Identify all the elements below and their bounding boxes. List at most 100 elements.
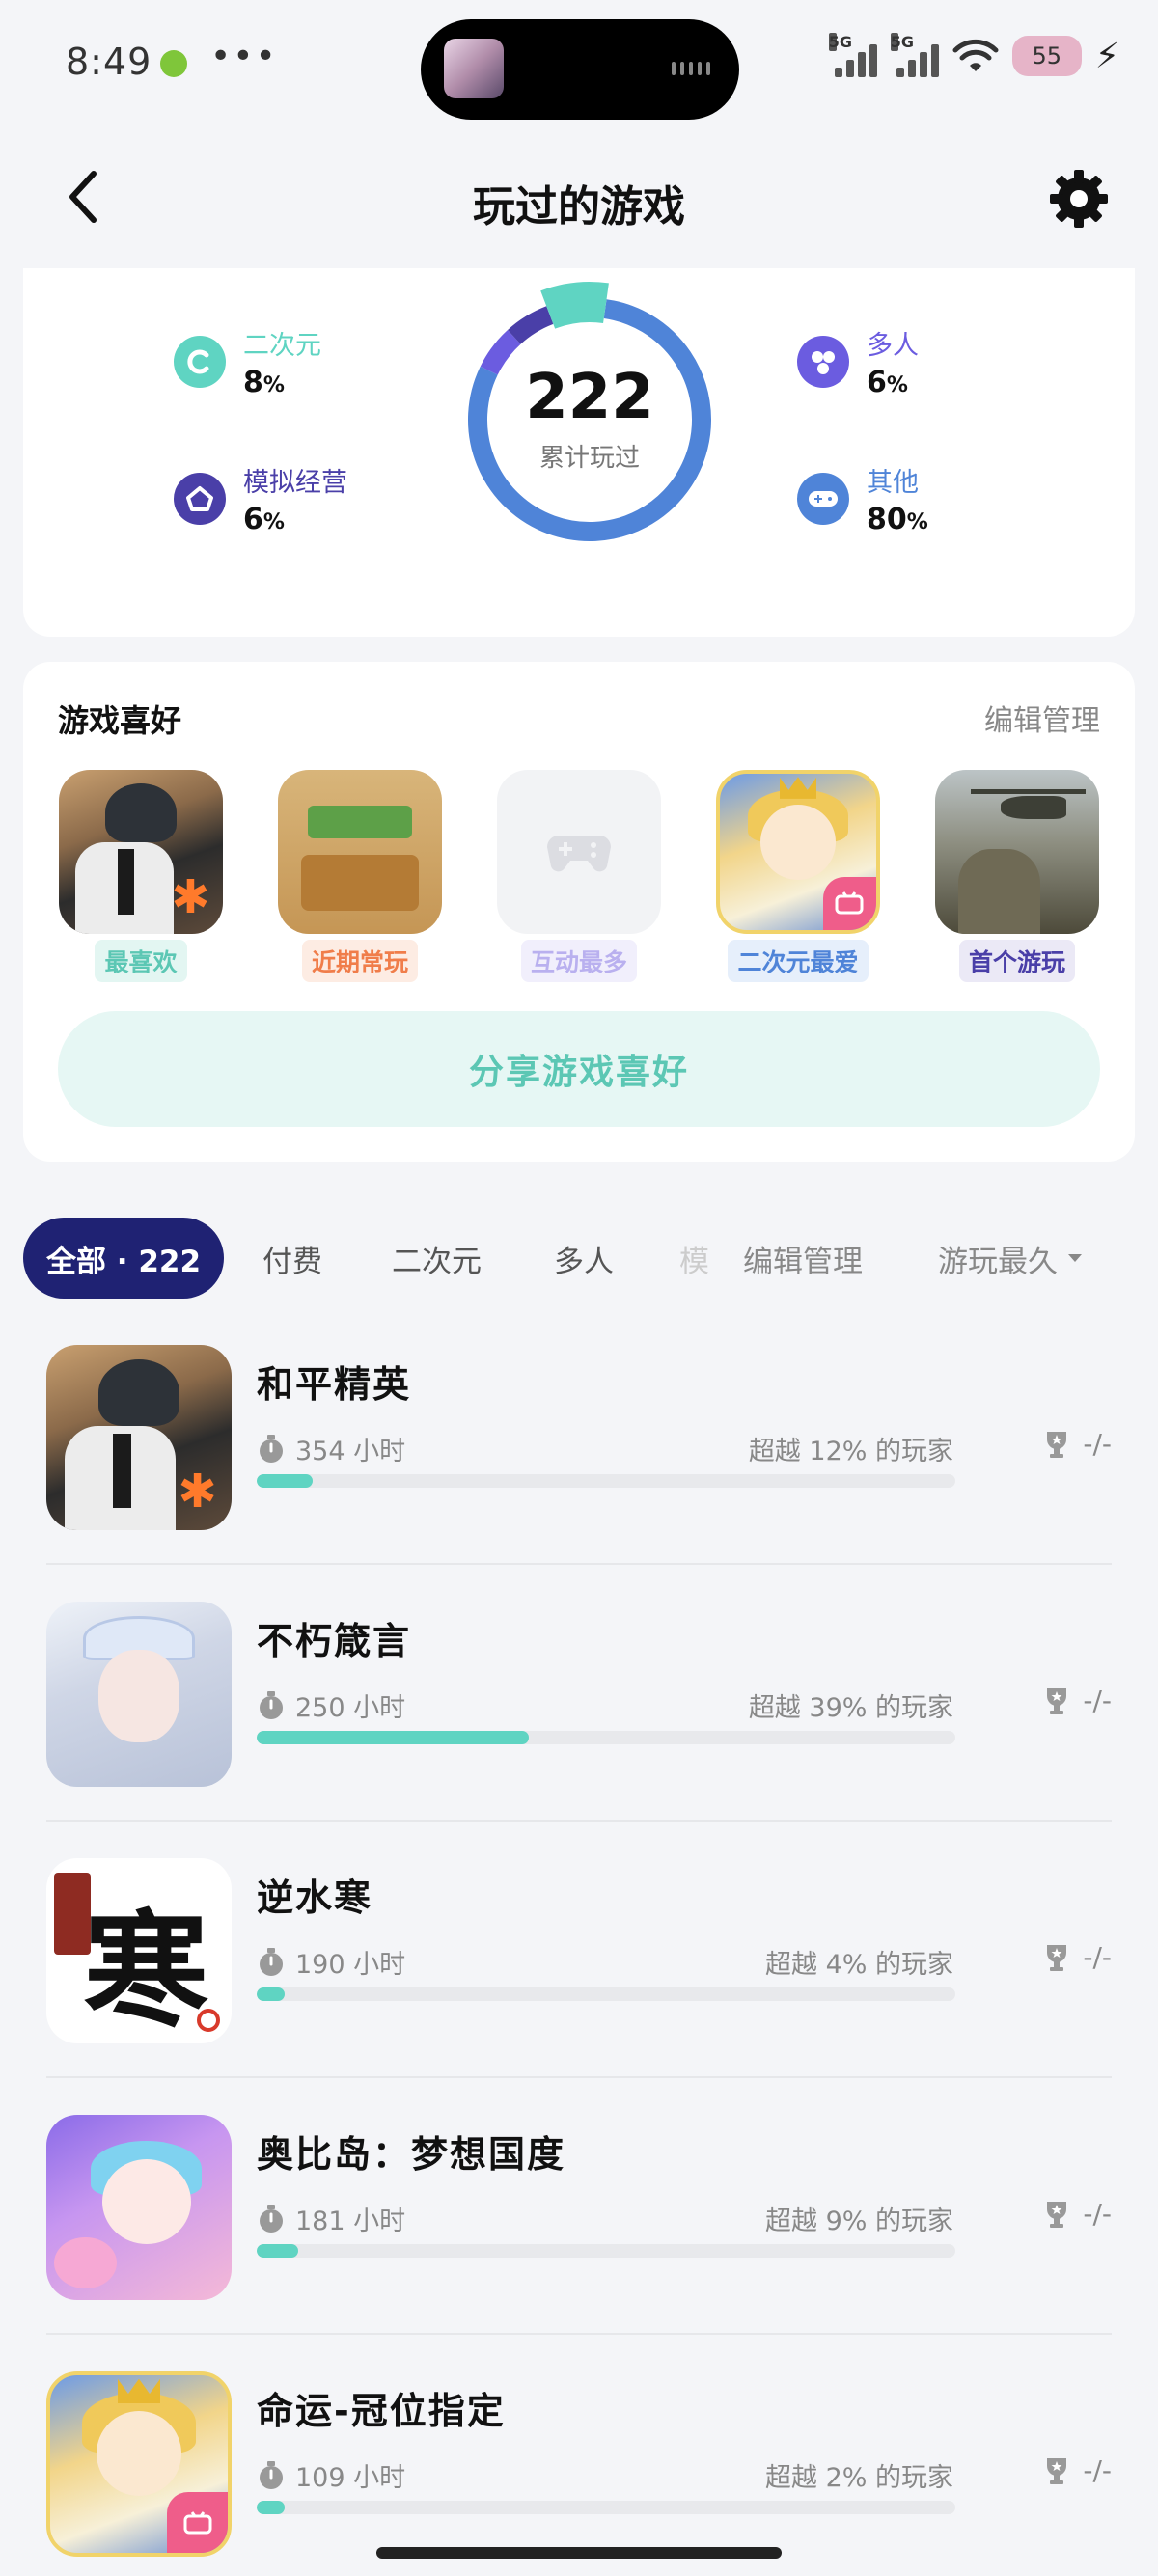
donut-slice-multiplayer[interactable] (480, 329, 521, 375)
tab-paid[interactable]: 付费 (262, 1218, 322, 1299)
category-donut-chart[interactable]: 222 累计玩过 (450, 280, 730, 560)
game-cover-peacekeeper-elite: ✱ (46, 1345, 232, 1530)
notification-badge-icon (160, 50, 187, 77)
tab-simulation-partial[interactable]: 模 (679, 1218, 709, 1299)
game-row[interactable]: 奥比岛：梦想国度 181 小时 超越 9% 的玩家 -/- (46, 2078, 1112, 2335)
playtime: 109 小时 (257, 2456, 405, 2494)
game-row[interactable]: 不朽箴言 250 小时 超越 39% 的玩家 -/- (46, 1565, 1112, 1822)
achievement-value: -/- (1083, 2198, 1112, 2230)
page-title: 玩过的游戏 (473, 182, 685, 232)
stat-anime[interactable]: 二次元 8% (174, 324, 321, 399)
pref-anime-favorite[interactable]: 二次元最爱 (715, 770, 881, 982)
playtime: 190 小时 (257, 1943, 405, 1981)
stat-simulation[interactable]: 模拟经营 6% (174, 461, 347, 536)
percentile-text: 超越 2% 的玩家 (765, 2463, 953, 2493)
game-name: 逆水寒 (257, 1877, 373, 1919)
achievement[interactable]: -/- (1044, 1941, 1112, 1973)
playtime-hours: 354 小时 (295, 1437, 406, 1466)
simulation-icon (174, 473, 226, 525)
preferences-title: 游戏喜好 (58, 702, 182, 739)
percentile-text: 超越 39% 的玩家 (748, 1693, 953, 1723)
stat-label: 模拟经营 (243, 468, 347, 498)
game-row[interactable]: 寒 逆水寒 190 小时 超越 4% 的玩家 -/- (46, 1822, 1112, 2078)
achievement[interactable]: -/- (1044, 1428, 1112, 1460)
tab-multiplayer[interactable]: 多人 (554, 1218, 614, 1299)
playtime-progress-bar (257, 1731, 955, 1744)
stopwatch-icon (260, 1690, 283, 1719)
achievement[interactable]: -/- (1044, 2454, 1112, 2486)
stat-other[interactable]: 其他 80% (797, 461, 928, 536)
game-cover-fate-grand-order (716, 770, 880, 934)
gamepad-placeholder-icon (547, 836, 611, 872)
filter-tabs: 全部 · 222 付费 二次元 多人 模 编辑管理 游玩最久 (0, 1218, 1158, 1299)
total-games-label: 累计玩过 (538, 444, 640, 473)
pref-tag: 首个游玩 (958, 940, 1075, 982)
percentile-text: 超越 12% 的玩家 (748, 1437, 953, 1466)
sort-dropdown[interactable]: 游玩最久 (938, 1218, 1083, 1299)
stat-value: 80% (867, 503, 928, 536)
trophy-icon (1047, 2457, 1067, 2484)
bilibili-icon (822, 876, 876, 930)
playtime-progress-bar (257, 1474, 955, 1488)
playtime-progress-bar (257, 2244, 955, 2258)
game-name: 不朽箴言 (257, 1620, 412, 1662)
pref-favorite[interactable]: ✱ 最喜欢 (58, 770, 224, 982)
stats-card: 二次元 8% 模拟经营 6% 多人 6% 其他 80% 222 累计玩过 (23, 268, 1135, 637)
stat-multiplayer[interactable]: 多人 6% (797, 324, 919, 399)
game-cover-fate-grand-order (46, 2371, 232, 2557)
signal-2-icon: 5G (890, 33, 939, 77)
playtime-hours: 250 小时 (295, 1693, 406, 1723)
settings-button[interactable] (1044, 164, 1114, 233)
achievement-value: -/- (1083, 1941, 1112, 1973)
game-row[interactable]: ✱ 和平精英 354 小时 超越 12% 的玩家 -/- (46, 1308, 1112, 1565)
achievement[interactable]: -/- (1044, 1685, 1112, 1716)
trophy-icon (1047, 1944, 1067, 1971)
playtime: 181 小时 (257, 2200, 405, 2237)
battery-indicator: 55 (1011, 36, 1082, 76)
wifi-icon (952, 39, 999, 71)
game-name: 和平精英 (257, 1363, 412, 1406)
game-row[interactable]: 命运-冠位指定 109 小时 超越 2% 的玩家 -/- (46, 2335, 1112, 2557)
playtime-hours: 190 小时 (295, 1950, 406, 1980)
stopwatch-icon (260, 2204, 283, 2233)
pref-first-played[interactable]: 首个游玩 (934, 770, 1100, 982)
pref-tag: 互动最多 (520, 940, 637, 982)
total-games-count: 222 (525, 362, 654, 433)
achievement[interactable]: -/- (1044, 2198, 1112, 2230)
donut-slice-anime[interactable] (540, 282, 609, 329)
stat-value: 8% (243, 366, 285, 399)
game-cover-justice-online: 寒 (46, 1858, 232, 2043)
preferences-edit-button[interactable]: 编辑管理 (984, 697, 1100, 739)
tab-all[interactable]: 全部 · 222 (23, 1218, 225, 1299)
status-bar: 8:49 ••• 5G 5G 55 ⚡ (0, 0, 1158, 135)
game-cover-immortal-words (46, 1602, 232, 1787)
game-cover-war-game (935, 770, 1099, 934)
stat-label: 多人 (867, 331, 919, 361)
preferences-card: 游戏喜好 编辑管理 ✱ 最喜欢 近期常玩 互动最多 二次元最爱 首个游玩 分享游… (23, 662, 1135, 1162)
signal-1-icon: 5G (828, 33, 877, 77)
pref-tag: 最喜欢 (95, 940, 187, 982)
playtime: 354 小时 (257, 1430, 405, 1467)
gear-icon (1050, 170, 1108, 228)
stopwatch-icon (260, 1947, 283, 1976)
pref-recent[interactable]: 近期常玩 (277, 770, 443, 982)
dynamic-island[interactable] (421, 19, 739, 120)
pref-most-interaction[interactable]: 互动最多 (496, 770, 662, 982)
home-indicator[interactable] (376, 2547, 782, 2559)
filter-edit-button[interactable]: 编辑管理 (743, 1218, 863, 1299)
stat-value: 6% (867, 366, 908, 399)
game-name: 命运-冠位指定 (257, 2390, 506, 2432)
share-preferences-button[interactable]: 分享游戏喜好 (58, 1011, 1100, 1127)
stopwatch-icon (260, 1434, 283, 1463)
game-cover-aobi-island (46, 2115, 232, 2300)
donut-slice-simulation[interactable] (508, 306, 554, 344)
game-cover-brain-game (278, 770, 442, 934)
pref-tag: 近期常玩 (301, 940, 418, 982)
percentile-text: 超越 9% 的玩家 (765, 2206, 953, 2236)
achievement-value: -/- (1083, 1685, 1112, 1716)
achievement-value: -/- (1083, 2454, 1112, 2486)
tab-anime[interactable]: 二次元 (392, 1218, 482, 1299)
playtime-progress-bar (257, 1987, 955, 2001)
stat-value: 6% (243, 503, 285, 536)
charging-icon: ⚡ (1094, 36, 1119, 76)
